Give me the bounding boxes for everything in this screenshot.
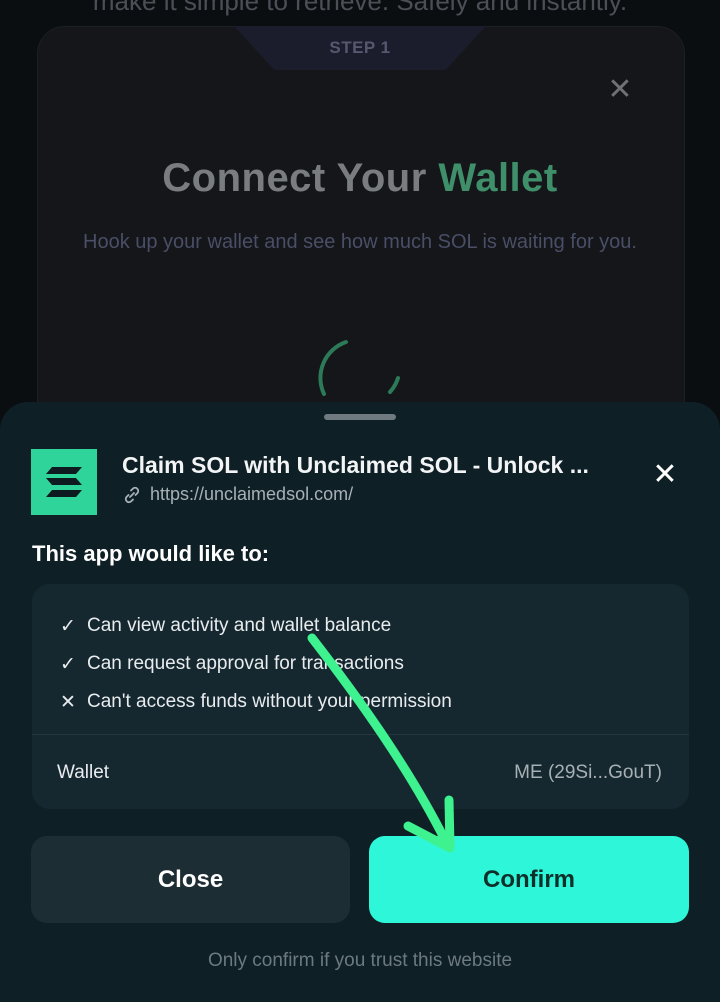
confirm-button[interactable]: Confirm <box>369 836 689 923</box>
close-icon[interactable]: ✕ <box>606 75 634 105</box>
list-item: ✓ Can request approval for transactions <box>60 645 452 683</box>
permission-text: Can't access funds without your permissi… <box>87 691 452 712</box>
app-url: https://unclaimedsol.com/ <box>150 484 354 504</box>
permissions-list: ✓ Can view activity and wallet balance ✓… <box>60 607 452 721</box>
app-url-row: https://unclaimedsol.com/ <box>122 484 353 505</box>
list-item: ✕ Can't access funds without your permis… <box>60 683 452 721</box>
step-label: STEP 1 <box>234 26 486 70</box>
background-top-text: make it simple to retrieve. Safely and i… <box>92 0 628 16</box>
app-title: Claim SOL with Unclaimed SOL - Unlock ..… <box>122 452 589 478</box>
title-main: Connect Your <box>162 156 427 200</box>
list-item: ✓ Can view activity and wallet balance <box>60 607 452 645</box>
solana-logo-icon <box>31 449 97 515</box>
link-icon <box>124 486 140 503</box>
divider <box>32 734 689 735</box>
permission-text: Can request approval for transactions <box>87 653 404 674</box>
cross-icon: ✕ <box>60 691 76 713</box>
check-icon: ✓ <box>60 653 76 675</box>
page-subtitle: Hook up your wallet and see how much SOL… <box>83 231 637 253</box>
close-button[interactable]: Close <box>31 836 350 923</box>
footer-note: Only confirm if you trust this website <box>207 950 513 971</box>
wallet-value: ME (29Si...GouT) <box>514 762 662 783</box>
close-icon[interactable]: ✕ <box>650 460 680 490</box>
permission-text: Can view activity and wallet balance <box>87 615 392 636</box>
permissions-heading: This app would like to: <box>32 541 270 566</box>
title-accent: Wallet <box>438 156 558 200</box>
check-icon: ✓ <box>60 615 76 637</box>
wallet-label: Wallet <box>57 762 110 783</box>
sheet-drag-handle[interactable] <box>324 414 396 420</box>
page-title: Connect Your Wallet <box>0 156 720 201</box>
